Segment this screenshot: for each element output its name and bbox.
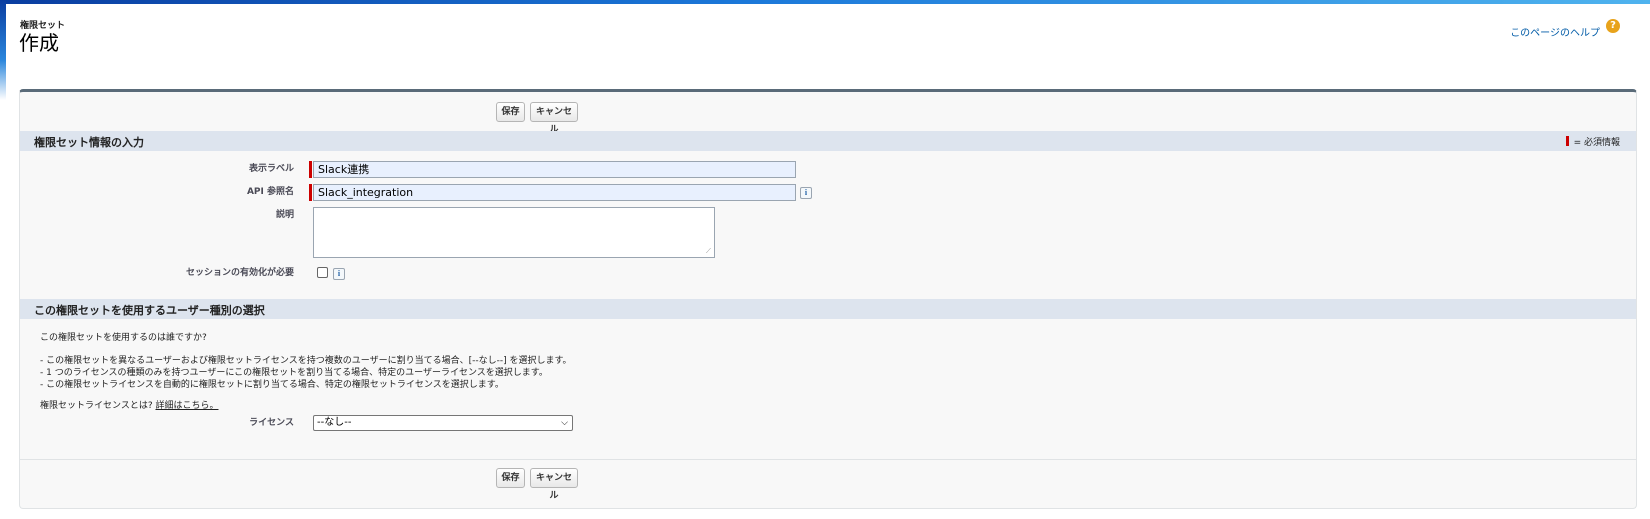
required-legend: = 必須情報 (1565, 135, 1620, 148)
top-gradient-bar (0, 0, 1650, 4)
top-button-row: 保存 キャンセル (20, 98, 1636, 135)
section-header-info: 権限セット情報の入力 = 必須情報 (20, 131, 1636, 151)
save-button[interactable]: 保存 (496, 102, 525, 122)
license-select[interactable]: --なし-- ⌵ (313, 415, 573, 431)
field-label-display-label: 表示ラベル (248, 164, 294, 174)
session-activation-checkbox[interactable] (317, 267, 328, 278)
bullet-text: - この権限セットライセンスを自動的に権限セットに割り当てる場合、特定の権限セッ… (40, 380, 504, 390)
help-link[interactable]: このページのヘルプ (1510, 24, 1600, 39)
page-title: 作成 (19, 31, 59, 55)
description-textarea[interactable] (313, 207, 715, 258)
field-label-description: 説明 (275, 210, 294, 220)
question-icon[interactable]: ? (1606, 19, 1620, 33)
section-header-user-type: この権限セットを使用するユーザー種別の選択 (20, 299, 1636, 319)
api-name-input[interactable]: Slack_integration (313, 184, 796, 201)
field-label-api-name: API 参照名 (246, 187, 294, 197)
bottom-button-row: 保存 キャンセル (20, 459, 1636, 501)
info-icon[interactable]: i (333, 268, 345, 280)
save-button[interactable]: 保存 (496, 468, 525, 488)
section-title: 権限セット情報の入力 (34, 136, 144, 149)
cancel-button[interactable]: キャンセル (530, 102, 578, 135)
cancel-button[interactable]: キャンセル (530, 468, 578, 501)
required-marker (309, 184, 312, 201)
edit-form: 保存 キャンセル 権限セット情報の入力 = 必須情報 表示ラベル Slack連携… (19, 89, 1637, 509)
required-marker (309, 161, 312, 178)
details-link[interactable]: 詳細はこちら。 (155, 401, 218, 411)
field-label-license: ライセンス (249, 418, 294, 428)
info-icon[interactable]: i (800, 187, 812, 199)
license-help-text: 権限セットライセンスとは? 詳細はこちら。 (40, 401, 219, 411)
section-title: この権限セットを使用するユーザー種別の選択 (34, 304, 265, 317)
chevron-down-icon: ⌵ (561, 418, 568, 428)
left-gradient-strip (0, 0, 6, 100)
display-label-input[interactable]: Slack連携 (313, 161, 796, 178)
field-label-session-activation: セッションの有効化が必要 (185, 268, 294, 278)
question-text: この権限セットを使用するのは誰ですか? (40, 333, 207, 343)
required-marker (1565, 136, 1569, 146)
